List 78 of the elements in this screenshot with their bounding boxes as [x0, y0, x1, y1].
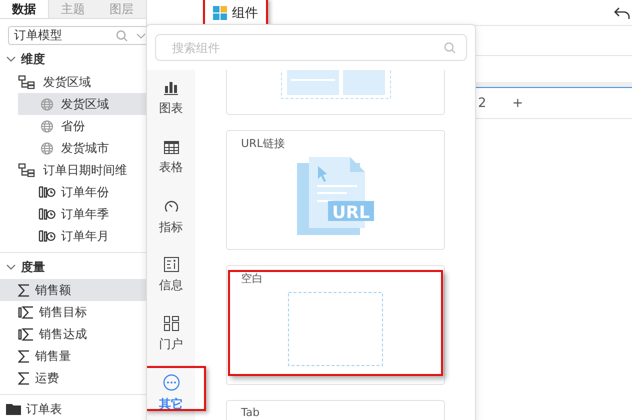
calendar-clock-icon	[38, 230, 56, 242]
category-tab[interactable]: 表格	[147, 128, 195, 188]
tree-label: 销售目标	[39, 304, 87, 320]
tree-label: 订单年月	[61, 228, 109, 244]
tree-item[interactable]: 维度	[0, 48, 146, 70]
tree-item[interactable]: 发货城市	[18, 137, 146, 159]
category-tab[interactable]: 指标	[147, 188, 195, 246]
search-icon	[116, 30, 128, 42]
bar-chart-icon	[164, 81, 178, 96]
sigma-icon	[18, 372, 30, 384]
dashed-frame-icon	[288, 292, 383, 366]
card-title: Tab	[241, 406, 260, 419]
component-card[interactable]: URL链接 URL	[226, 130, 445, 250]
tree-label: 销售额	[35, 282, 71, 298]
info-icon	[164, 257, 178, 272]
chevron-down-icon	[6, 264, 16, 270]
layout-icon	[164, 316, 178, 332]
url-label: URL	[332, 203, 370, 223]
chevron-down-icon	[6, 56, 16, 62]
tree-label: 销售量	[35, 348, 71, 364]
calendar-clock-icon	[38, 208, 56, 220]
grid-icon	[213, 6, 227, 20]
search-field[interactable]: 搜索组件	[155, 34, 467, 61]
sidebar-tab[interactable]: 数据	[0, 0, 49, 18]
tree-item[interactable]: 发货区域	[0, 71, 146, 93]
more-icon	[162, 374, 180, 392]
tree-item[interactable]: 订单年月	[18, 225, 146, 247]
tree-item[interactable]: 销售量	[0, 345, 146, 367]
gauge-icon	[164, 198, 178, 214]
tree-item[interactable]: 省份	[18, 115, 146, 137]
tree-item[interactable]: 销售目标	[0, 301, 146, 323]
tree-label: 度量	[21, 258, 45, 276]
tree-item[interactable]: 订单年份	[18, 181, 146, 203]
tree-label: 订单年季	[61, 206, 109, 222]
tree-item[interactable]: 销售达成	[0, 323, 146, 345]
tree-item[interactable]: 订单年季	[18, 203, 146, 225]
sigma-icon	[18, 350, 30, 362]
search-input[interactable]: 搜索组件	[170, 40, 444, 56]
sigma-icon	[18, 306, 34, 318]
card-title: 空白	[241, 271, 263, 286]
tree-item[interactable]: 销售额	[0, 279, 146, 301]
tree-label: 订单日期时间维	[43, 162, 127, 178]
page-tab[interactable]: 2	[478, 96, 486, 110]
component-card[interactable]: 空白	[226, 265, 445, 385]
tree-label: 销售达成	[39, 326, 87, 342]
chevron-down-icon	[136, 32, 146, 38]
calendar-clock-icon	[38, 186, 56, 198]
tree-label: 运费	[35, 370, 59, 386]
tree-label: 订单年份	[61, 184, 109, 200]
tree-label: 订单表	[26, 400, 62, 418]
tree-item[interactable]: 订单日期时间维	[0, 159, 146, 181]
tree-label: 维度	[21, 50, 45, 68]
card-title: URL链接	[241, 136, 285, 151]
tree-item[interactable]: 订单表	[0, 398, 146, 420]
sigma-icon	[18, 284, 30, 296]
tree-item[interactable]: 发货区域	[18, 93, 146, 115]
component-card[interactable]: Tab	[226, 400, 445, 420]
tree-item[interactable]: 度量	[0, 256, 146, 278]
tree-label: 省份	[61, 118, 85, 134]
tree-label: 发货区域	[61, 96, 109, 112]
undo-icon[interactable]	[614, 6, 630, 18]
sigma-icon	[18, 328, 34, 340]
tree-label: 发货区域	[43, 74, 91, 90]
folder-icon	[6, 403, 21, 415]
category-tab[interactable]: 门户	[147, 305, 195, 364]
model-name: 订单模型	[14, 27, 63, 44]
table-icon	[164, 140, 178, 154]
component-button[interactable]: 组件	[205, 0, 266, 26]
search-icon	[444, 42, 456, 54]
category-tab[interactable]: 信息	[147, 246, 195, 306]
globe-icon	[38, 98, 56, 110]
tree-label: 发货城市	[61, 140, 109, 156]
category-tab[interactable]: 图表	[147, 70, 195, 129]
model-select[interactable]: 订单模型	[8, 26, 146, 45]
globe-icon	[38, 120, 56, 132]
add-tab-button[interactable]: +	[512, 96, 524, 110]
globe-icon	[38, 142, 56, 154]
tree-item[interactable]: 运费	[0, 367, 146, 389]
